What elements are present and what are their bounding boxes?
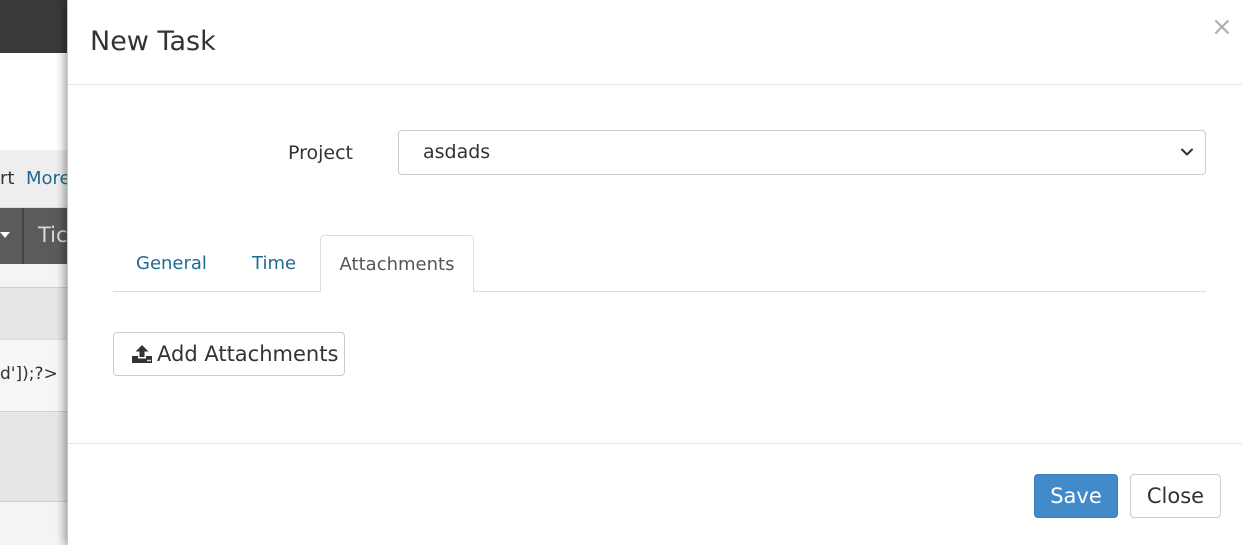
- new-task-modal: New Task × Project asdads General Time A…: [67, 0, 1242, 545]
- background-code-fragment: d']);?>: [0, 364, 58, 384]
- background-table-header-label: Tic: [38, 223, 68, 247]
- close-icon[interactable]: ×: [1211, 14, 1233, 40]
- tab-time[interactable]: Time: [252, 235, 296, 292]
- project-select-value: asdads: [423, 141, 491, 163]
- modal-header: New Task ×: [68, 0, 1242, 85]
- project-select[interactable]: asdads: [398, 130, 1206, 175]
- add-attachments-label: Add Attachments: [157, 342, 339, 366]
- caret-down-icon[interactable]: [0, 232, 10, 238]
- background-header-divider: [22, 208, 24, 264]
- tab-general[interactable]: General: [136, 235, 207, 292]
- modal-title: New Task: [90, 26, 216, 57]
- modal-footer: Save Close: [68, 443, 1242, 545]
- tab-attachments[interactable]: Attachments: [320, 235, 474, 293]
- add-attachments-button[interactable]: Add Attachments: [113, 332, 345, 376]
- close-button[interactable]: Close: [1130, 474, 1221, 518]
- save-button[interactable]: Save: [1034, 474, 1118, 518]
- upload-icon: [132, 345, 152, 363]
- background-link-partial[interactable]: rt: [0, 168, 14, 189]
- chevron-down-icon: [1181, 148, 1193, 156]
- task-tabs: General Time Attachments: [113, 235, 1206, 293]
- background-link-more[interactable]: More: [26, 168, 71, 189]
- project-label: Project: [288, 142, 354, 164]
